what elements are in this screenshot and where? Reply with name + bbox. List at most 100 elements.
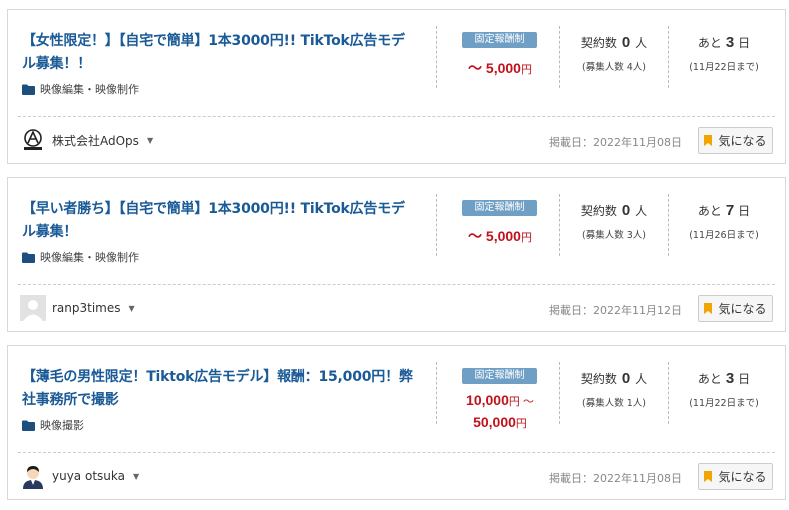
folder-icon <box>22 252 35 263</box>
bookmark-icon <box>704 135 713 146</box>
job-title-line: ル募集！！ <box>22 56 91 72</box>
deadline-prefix: あと <box>697 204 722 218</box>
contracts-number: 0 <box>621 202 631 219</box>
client-dropdown[interactable]: ranp3times ▼ <box>20 295 135 321</box>
price-value: 5,000 <box>485 60 521 76</box>
days-unit: 日 <box>738 36 751 50</box>
job-category[interactable]: 映像編集・映像制作 <box>22 81 139 97</box>
divider <box>436 194 437 256</box>
job-card: 【女性限定！】【自宅で簡単】1本3000円!! TikTok広告モデ ル募集！！… <box>7 9 786 164</box>
yen-unit: 円 <box>515 418 527 430</box>
category-label: 映像撮影 <box>40 419 84 432</box>
bookmark-icon <box>704 471 713 482</box>
job-title-link[interactable]: 【早い者勝ち】【自宅で簡単】1本3000円!! TikTok広告モデ ル募集！ <box>22 198 414 244</box>
bookmark-button[interactable]: 気になる <box>698 127 773 154</box>
deadline: あと 3 日 <box>670 370 778 387</box>
price: ～ 5,000円 <box>440 226 560 246</box>
job-title-line: ル募集！ <box>22 224 78 240</box>
deadline: あと 3 日 <box>670 34 778 51</box>
contract-count: 契約数 0 人 <box>560 202 668 219</box>
deadline-date: (11月22日まで) <box>689 62 759 73</box>
price-value: 5,000 <box>485 228 521 244</box>
contracts-unit: 人 <box>635 372 648 386</box>
price-prefix: ～ <box>468 60 486 76</box>
contracts-label: 契約数 <box>580 204 617 218</box>
price-min: 10,000円 ～ <box>440 392 560 409</box>
deadline-prefix: あと <box>697 372 722 386</box>
job-title-line: 【早い者勝ち】【自宅で簡単】1本3000円!! TikTok広告モデ <box>22 201 405 217</box>
posted-date: 掲載日：2022年11月12日 <box>549 304 682 317</box>
contracts-label: 契約数 <box>580 372 617 386</box>
days-unit: 日 <box>738 204 751 218</box>
divider <box>436 26 437 88</box>
recruit-count-note: (募集人数 4人) <box>582 62 646 73</box>
days-left: 3 <box>725 34 735 51</box>
chevron-down-icon: ▼ <box>146 135 154 145</box>
folder-icon <box>22 84 35 95</box>
contract-count: 契約数 0 人 <box>560 34 668 51</box>
recruit-count-note: (募集人数 3人) <box>582 230 646 241</box>
deadline: あと 7 日 <box>670 202 778 219</box>
person-avatar-icon <box>20 463 46 489</box>
category-label: 映像編集・映像制作 <box>40 251 139 264</box>
contracts-unit: 人 <box>635 36 648 50</box>
bookmark-button[interactable]: 気になる <box>698 295 773 322</box>
job-category[interactable]: 映像撮影 <box>22 417 84 433</box>
job-title-line: 【女性限定！】【自宅で簡単】1本3000円!! TikTok広告モデ <box>22 33 405 49</box>
client-dropdown[interactable]: 株式会社AdOps ▼ <box>20 127 153 153</box>
pay-type-badge: 固定報酬制 <box>462 32 537 48</box>
job-category[interactable]: 映像編集・映像制作 <box>22 249 139 265</box>
bookmark-label: 気になる <box>718 302 767 316</box>
client-name: 株式会社AdOps <box>52 133 139 148</box>
days-left: 7 <box>725 202 735 219</box>
contracts-number: 0 <box>621 370 631 387</box>
job-title-link[interactable]: 【薄毛の男性限定！Tiktok広告モデル】報酬：15,000円！弊 社事務所で撮… <box>22 366 414 412</box>
chevron-down-icon: ▼ <box>128 303 135 313</box>
deadline-date: (11月22日まで) <box>689 398 759 409</box>
contract-count: 契約数 0 人 <box>560 370 668 387</box>
price: ～ 5,000円 <box>440 58 560 78</box>
job-title-line: 社事務所で撮影 <box>22 392 119 408</box>
price-separator: ～ <box>519 396 534 408</box>
posted-date: 掲載日：2022年11月08日 <box>549 136 682 149</box>
divider <box>668 362 669 424</box>
divider <box>18 284 775 285</box>
yen-unit: 円 <box>520 64 532 76</box>
bookmark-label: 気になる <box>718 134 767 148</box>
bookmark-button[interactable]: 気になる <box>698 463 773 490</box>
price-max: 50,000円 <box>440 414 560 431</box>
bookmark-icon <box>704 303 713 314</box>
job-title-link[interactable]: 【女性限定！】【自宅で簡単】1本3000円!! TikTok広告モデ ル募集！！ <box>22 30 414 76</box>
default-user-avatar-icon <box>20 295 46 321</box>
divider <box>436 362 437 424</box>
days-unit: 日 <box>738 372 751 386</box>
divider <box>18 116 775 117</box>
job-title-line: 【薄毛の男性限定！Tiktok広告モデル】報酬：15,000円！弊 <box>22 369 413 385</box>
yen-unit: 円 <box>520 232 532 244</box>
chevron-down-icon: ▼ <box>132 471 140 481</box>
client-dropdown[interactable]: yuya otsuka ▼ <box>20 463 139 489</box>
job-card: 【薄毛の男性限定！Tiktok広告モデル】報酬：15,000円！弊 社事務所で撮… <box>7 345 786 500</box>
days-left: 3 <box>725 370 735 387</box>
deadline-prefix: あと <box>697 36 722 50</box>
bookmark-label: 気になる <box>718 470 767 484</box>
divider <box>18 452 775 453</box>
divider <box>668 26 669 88</box>
price-min-value: 10,000 <box>466 392 509 408</box>
yen-unit: 円 <box>508 396 520 408</box>
contracts-unit: 人 <box>635 204 648 218</box>
adops-logo-icon <box>20 127 46 153</box>
pay-type-badge: 固定報酬制 <box>462 368 537 384</box>
posted-date: 掲載日：2022年11月08日 <box>549 472 682 485</box>
pay-type-badge: 固定報酬制 <box>462 200 537 216</box>
client-name: yuya otsuka <box>52 469 125 483</box>
divider <box>668 194 669 256</box>
price-max-value: 50,000 <box>473 414 516 430</box>
category-label: 映像編集・映像制作 <box>40 83 139 96</box>
contracts-label: 契約数 <box>580 36 617 50</box>
deadline-date: (11月26日まで) <box>689 230 759 241</box>
recruit-count-note: (募集人数 1人) <box>582 398 646 409</box>
contracts-number: 0 <box>621 34 631 51</box>
folder-icon <box>22 420 35 431</box>
price-prefix: ～ <box>468 228 486 244</box>
